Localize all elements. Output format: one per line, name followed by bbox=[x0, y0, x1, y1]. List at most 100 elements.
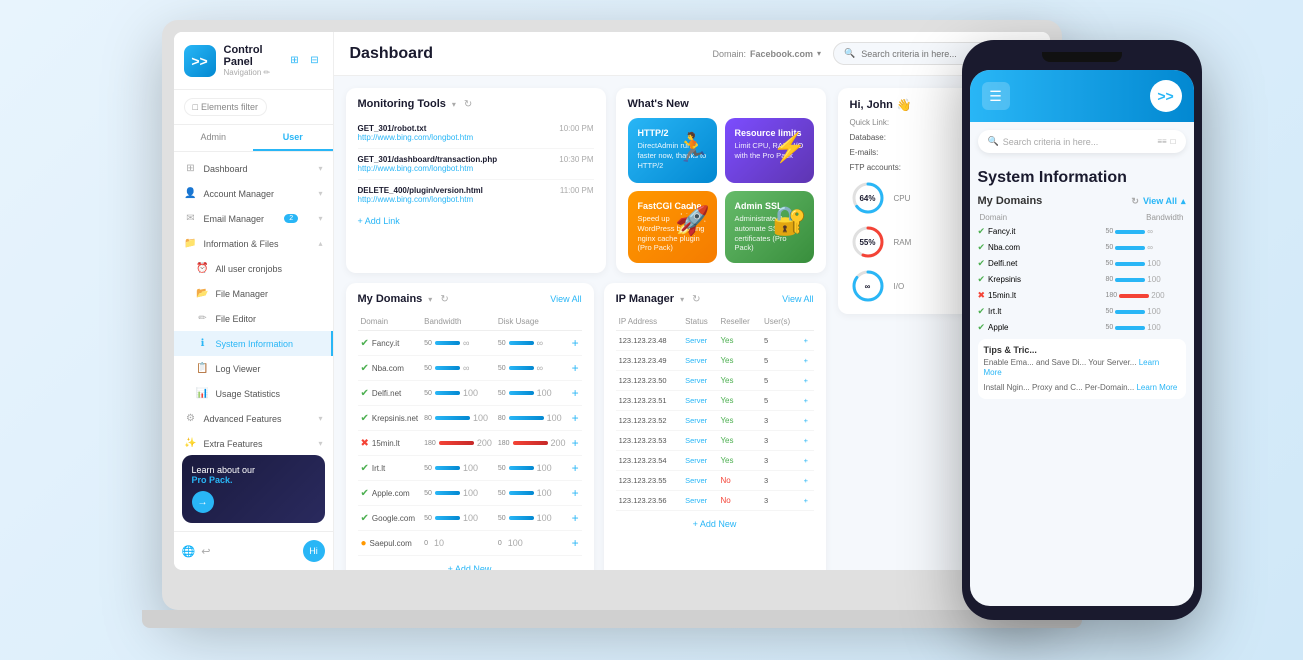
add-ip-cell[interactable]: + bbox=[801, 371, 814, 391]
sidebar-item-usage-stats[interactable]: 📊 Usage Statistics bbox=[174, 381, 333, 406]
sidebar-item-cronjobs[interactable]: ⏰ All user cronjobs bbox=[174, 256, 333, 281]
topbar: Dashboard Domain: Facebook.com ▾ 🔍 ≡≡ □ bbox=[334, 32, 1050, 76]
status-cell: Server bbox=[682, 431, 717, 451]
disk-cell: 50 ∞ bbox=[495, 331, 569, 356]
clock-icon: ⏰ bbox=[196, 263, 210, 274]
add-ip-cell[interactable]: + bbox=[801, 471, 814, 491]
add-new-domain-button[interactable]: + Add New bbox=[358, 556, 582, 570]
resource-figure: ⚡ bbox=[770, 122, 810, 172]
table-row: 123.123.23.50 Server Yes 5 + bbox=[616, 371, 814, 391]
mobile-search-placeholder[interactable]: Search criteria in here... bbox=[1003, 137, 1099, 147]
table-header-row: Domain Bandwidth Disk Usage bbox=[358, 313, 582, 331]
add-cell[interactable]: + bbox=[569, 506, 582, 531]
mobile-domains-actions: ↻ View All ▴ bbox=[1131, 196, 1185, 207]
bandwidth-bar: 80 100 bbox=[424, 413, 492, 423]
chart-icon: 📊 bbox=[196, 388, 210, 399]
fastcgi-figure: 🚀 bbox=[673, 195, 713, 245]
sidebar-item-file-manager[interactable]: 📂 File Manager bbox=[174, 281, 333, 306]
add-cell[interactable]: + bbox=[569, 456, 582, 481]
sidebar-item-advanced[interactable]: ⚙ Advanced Features ▾ bbox=[174, 406, 333, 431]
promo-arrow-button[interactable]: → bbox=[192, 491, 214, 513]
mobile-view-all[interactable]: View All bbox=[1143, 196, 1177, 206]
status-icon: ✔ bbox=[361, 388, 369, 399]
add-ip-cell[interactable]: + bbox=[801, 391, 814, 411]
server-status: Server bbox=[685, 376, 707, 385]
sidebar-item-email[interactable]: ✉ Email Manager 2 ▾ bbox=[174, 206, 333, 231]
domain-cell: ✔Delfi.net bbox=[358, 381, 422, 406]
reseller-value: Yes bbox=[720, 456, 733, 465]
add-ip-cell[interactable]: + bbox=[801, 351, 814, 371]
disk-progress bbox=[509, 491, 534, 495]
mobile-domain-bw: 50 100 bbox=[1106, 259, 1186, 268]
refresh-icon[interactable]: ↻ bbox=[692, 294, 700, 305]
reseller-value: Yes bbox=[720, 336, 733, 345]
sidebar-item-info-files[interactable]: 📁 Information & Files ▴ bbox=[174, 231, 333, 256]
list-view-button[interactable]: ⊟ bbox=[307, 53, 323, 69]
add-ip-cell[interactable]: + bbox=[801, 491, 814, 511]
globe-icon[interactable]: 🌐 bbox=[182, 545, 196, 558]
refresh-icon[interactable]: ↻ bbox=[464, 99, 472, 110]
elements-filter-button[interactable]: □ Elements filter bbox=[184, 98, 267, 116]
add-ip-cell[interactable]: + bbox=[801, 411, 814, 431]
add-cell[interactable]: + bbox=[569, 531, 582, 556]
whats-new-card: What's New HTTP/2 DirectAdmin runs faste… bbox=[616, 88, 826, 273]
user-avatar[interactable]: Hi bbox=[303, 540, 325, 562]
monitoring-tools-title: Monitoring Tools bbox=[358, 98, 446, 110]
add-cell[interactable]: + bbox=[569, 381, 582, 406]
sidebar-item-log-viewer[interactable]: 📋 Log Viewer bbox=[174, 356, 333, 381]
status-icon: ● bbox=[361, 538, 367, 549]
tab-admin[interactable]: Admin bbox=[174, 125, 254, 151]
add-cell[interactable]: + bbox=[569, 406, 582, 431]
mobile-domain-bw: 180 200 bbox=[1106, 291, 1186, 300]
sidebar-item-dashboard[interactable]: ⊞ Dashboard ▾ bbox=[174, 156, 333, 181]
monitor-url[interactable]: http://www.bing.com/longbot.htm bbox=[358, 133, 474, 142]
add-cell[interactable]: + bbox=[569, 481, 582, 506]
mobile-menu-icon[interactable]: ☰ bbox=[982, 82, 1010, 110]
sidebar-menu: ⊞ Dashboard ▾ 👤 Account Manager ▾ ✉ Emai… bbox=[174, 152, 333, 447]
search-input[interactable] bbox=[861, 49, 981, 59]
add-link-button[interactable]: + Add Link bbox=[358, 216, 594, 226]
grid-view-button[interactable]: ⊞ bbox=[287, 53, 303, 69]
domain-cell: ✔Apple.com bbox=[358, 481, 422, 506]
sidebar-item-file-editor[interactable]: ✏ File Editor bbox=[174, 306, 333, 331]
add-col-header bbox=[569, 313, 582, 331]
add-cell[interactable]: + bbox=[569, 331, 582, 356]
exit-icon[interactable]: ↩ bbox=[201, 545, 210, 558]
domain-value[interactable]: Facebook.com bbox=[750, 49, 813, 59]
view-all-button[interactable]: View All bbox=[550, 294, 581, 304]
sidebar-item-extra[interactable]: ✨ Extra Features ▾ bbox=[174, 431, 333, 447]
tab-user[interactable]: User bbox=[253, 125, 333, 151]
sidebar-item-account[interactable]: 👤 Account Manager ▾ bbox=[174, 181, 333, 206]
mobile-expand-icon[interactable]: □ bbox=[1171, 137, 1176, 146]
monitor-url[interactable]: http://www.bing.com/longbot.htm bbox=[358, 195, 483, 204]
monitor-item: GET_301/robot.txt http://www.bing.com/lo… bbox=[358, 118, 594, 149]
bandwidth-cell: 50 ∞ bbox=[421, 331, 495, 356]
mobile-learn-more-2[interactable]: Learn More bbox=[1136, 383, 1177, 392]
add-cell[interactable]: + bbox=[569, 431, 582, 456]
bandwidth-cell: 80 100 bbox=[421, 406, 495, 431]
mobile-filter-icon[interactable]: ≡≡ bbox=[1157, 137, 1166, 146]
bandwidth-max: ∞ bbox=[463, 338, 469, 348]
ip-header-row: IP Address Status Reseller User(s) bbox=[616, 313, 814, 331]
disk-max: ∞ bbox=[537, 363, 543, 373]
mobile-bw-max: ∞ bbox=[1147, 227, 1153, 236]
disk-cell: 180 200 bbox=[495, 431, 569, 456]
mobile-tips-title: Tips & Tric... bbox=[984, 345, 1180, 355]
sidebar-item-system-info[interactable]: ℹ System Information bbox=[174, 331, 333, 356]
mobile-domain-bw: 50 100 bbox=[1106, 323, 1186, 332]
ip-view-all-button[interactable]: View All bbox=[782, 294, 813, 304]
table-row: 123.123.23.52 Server Yes 3 + bbox=[616, 411, 814, 431]
add-ip-cell[interactable]: + bbox=[801, 451, 814, 471]
sidebar-item-label: Advanced Features bbox=[204, 414, 282, 424]
domain-col-header: Domain bbox=[358, 313, 422, 331]
refresh-icon[interactable]: ↻ bbox=[440, 294, 448, 305]
monitor-url[interactable]: http://www.bing.com/longbot.htm bbox=[358, 164, 498, 173]
add-ip-cell[interactable]: + bbox=[801, 431, 814, 451]
top-row: Monitoring Tools ▾ ↻ GET_301/robot.txt h… bbox=[346, 88, 826, 273]
reseller-value: Yes bbox=[720, 396, 733, 405]
mobile-refresh-icon[interactable]: ↻ bbox=[1131, 196, 1139, 207]
add-ip-cell[interactable]: + bbox=[801, 331, 814, 351]
add-new-ip-button[interactable]: + Add New bbox=[616, 511, 814, 537]
laptop-frame: >> Control Panel Navigation ✏ ⊞ ⊟ bbox=[162, 20, 1062, 610]
add-cell[interactable]: + bbox=[569, 356, 582, 381]
